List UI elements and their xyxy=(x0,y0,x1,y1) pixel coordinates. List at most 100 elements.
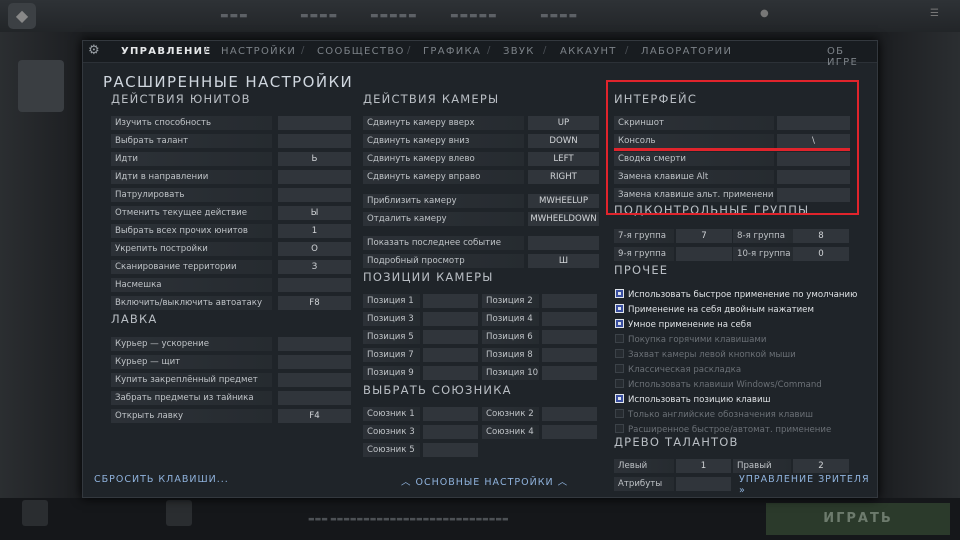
units-row-key[interactable]: Ы xyxy=(278,206,351,220)
units-row-key[interactable]: 1 xyxy=(278,224,351,238)
units-row-label: Насмешка xyxy=(111,278,272,292)
bg-nav-item: ▬▬▬▬ xyxy=(300,11,339,21)
units-row-key[interactable]: З xyxy=(278,260,351,274)
allies-key[interactable] xyxy=(423,425,478,439)
checkbox-unchecked-icon[interactable] xyxy=(615,424,624,433)
units-row-label: Включить/выключить автоатаку xyxy=(111,296,272,310)
checkbox-checked-icon[interactable] xyxy=(615,319,624,328)
checkbox-unchecked-icon[interactable] xyxy=(615,409,624,418)
camera-row-key[interactable] xyxy=(528,236,599,250)
control-group-key[interactable]: 0 xyxy=(793,247,849,261)
camera_positions-label: Позиция 3 xyxy=(363,312,420,326)
allies-key[interactable] xyxy=(542,425,597,439)
shop-row-label: Курьер — щит xyxy=(111,355,272,369)
allies-key[interactable] xyxy=(423,443,478,457)
camera-row-key[interactable]: UP xyxy=(528,116,599,130)
camera-row-key[interactable]: MWHEELDOWN xyxy=(528,212,599,226)
section-camera-positions: ПОЗИЦИИ КАМЕРЫ xyxy=(363,270,494,284)
option-row[interactable]: Использовать позицию клавиш xyxy=(615,394,770,406)
control-group-label: 9-я группа xyxy=(614,247,674,261)
shop-row-key[interactable]: F4 xyxy=(278,409,351,423)
shop-row-key[interactable] xyxy=(278,355,351,369)
camera-row-label: Сдвинуть камеру влево xyxy=(363,152,524,166)
units-row-key[interactable] xyxy=(278,116,351,130)
talent-left-label: Левый xyxy=(614,459,674,473)
reset-keys-button[interactable]: СБРОСИТЬ КЛАВИШИ... xyxy=(94,474,229,485)
checkbox-checked-icon[interactable] xyxy=(615,304,624,313)
section-camera-actions: ДЕЙСТВИЯ КАМЕРЫ xyxy=(363,92,500,106)
tab-about[interactable]: ОБ ИГРЕ xyxy=(827,46,877,68)
units-row-key[interactable] xyxy=(278,134,351,148)
option-row[interactable]: Умное применение на себя xyxy=(615,319,751,331)
shop-row-label: Забрать предметы из тайника xyxy=(111,391,272,405)
tab-graphics[interactable]: ГРАФИКА xyxy=(423,46,481,57)
control-group-key[interactable]: 8 xyxy=(793,229,849,243)
units-row-key[interactable] xyxy=(278,188,351,202)
option-label: Применение на себя двойным нажатием xyxy=(628,305,814,315)
checkbox-unchecked-icon[interactable] xyxy=(615,349,624,358)
units-row-key[interactable]: Ь xyxy=(278,152,351,166)
control-group-key[interactable]: 7 xyxy=(676,229,732,243)
camera_positions-label: Позиция 10 xyxy=(482,366,539,380)
tab-community[interactable]: СООБЩЕСТВО xyxy=(317,46,405,57)
camera-row-key[interactable]: RIGHT xyxy=(528,170,599,184)
section-talent-tree: ДРЕВО ТАЛАНТОВ xyxy=(614,435,739,449)
chevron-up-icon: ︿ xyxy=(553,477,569,488)
camera_positions-key[interactable] xyxy=(542,348,597,362)
checkbox-checked-icon[interactable] xyxy=(615,394,624,403)
checkbox-unchecked-icon[interactable] xyxy=(615,334,624,343)
option-label: Умное применение на себя xyxy=(628,320,752,330)
camera_positions-key[interactable] xyxy=(542,366,597,380)
units-row-key[interactable] xyxy=(278,278,351,292)
option-row[interactable]: Использовать быстрое применение по умолч… xyxy=(615,289,857,301)
talent-right-key[interactable]: 2 xyxy=(793,459,849,473)
option-row[interactable]: Только английские обозначения клавиш xyxy=(615,409,813,421)
allies-key[interactable] xyxy=(423,407,478,421)
units-row-label: Выбрать талант xyxy=(111,134,272,148)
units-row-key[interactable]: F8 xyxy=(278,296,351,310)
basic-settings-button[interactable]: ︿ ОСНОВНЫЕ НАСТРОЙКИ ︿ xyxy=(401,474,568,488)
tab-sound[interactable]: ЗВУК xyxy=(503,46,535,57)
camera_positions-key[interactable] xyxy=(423,366,478,380)
option-row[interactable]: Применение на себя двойным нажатием xyxy=(615,304,814,316)
option-row[interactable]: Использовать клавиши Windows/Command xyxy=(615,379,822,391)
camera_positions-key[interactable] xyxy=(542,330,597,344)
camera_positions-key[interactable] xyxy=(423,312,478,326)
camera_positions-key[interactable] xyxy=(423,294,478,308)
option-row[interactable]: Классическая раскладка xyxy=(615,364,741,376)
tab-separator: / xyxy=(407,45,411,56)
camera-row-key[interactable]: LEFT xyxy=(528,152,599,166)
option-label: Классическая раскладка xyxy=(628,365,742,375)
option-row[interactable]: Захват камеры левой кнопкой мыши xyxy=(615,349,796,361)
camera-row-key[interactable]: Ш xyxy=(528,254,599,268)
camera_positions-key[interactable] xyxy=(542,294,597,308)
shop-row-key[interactable] xyxy=(278,373,351,387)
tab-account[interactable]: АККАУНТ xyxy=(560,46,617,57)
allies-label: Союзник 2 xyxy=(482,407,539,421)
units-row-key[interactable] xyxy=(278,170,351,184)
shop-row-key[interactable] xyxy=(278,337,351,351)
camera-row-key[interactable]: MWHEELUP xyxy=(528,194,599,208)
camera_positions-key[interactable] xyxy=(423,330,478,344)
tab-controls[interactable]: УПРАВЛЕНИЕ xyxy=(121,46,211,57)
camera_positions-key[interactable] xyxy=(542,312,597,326)
checkbox-unchecked-icon[interactable] xyxy=(615,379,624,388)
camera-row-label: Сдвинуть камеру вправо xyxy=(363,170,524,184)
control-group-label: 10-я группа xyxy=(733,247,793,261)
camera_positions-key[interactable] xyxy=(423,348,478,362)
option-row[interactable]: Покупка горячими клавишами xyxy=(615,334,766,346)
tab-labs[interactable]: ЛАБОРАТОРИИ xyxy=(641,46,732,57)
talent-attributes-key[interactable] xyxy=(676,477,731,491)
talent-left-key[interactable]: 1 xyxy=(676,459,731,473)
checkbox-checked-icon[interactable] xyxy=(615,289,624,298)
shop-row-key[interactable] xyxy=(278,391,351,405)
spectator-controls-button[interactable]: УПРАВЛЕНИЕ ЗРИТЕЛЯ » xyxy=(739,474,877,496)
control-group-key[interactable] xyxy=(676,247,732,261)
tab-settings[interactable]: НАСТРОЙКИ xyxy=(221,46,296,57)
allies-key[interactable] xyxy=(542,407,597,421)
option-label: Захват камеры левой кнопкой мыши xyxy=(628,350,796,360)
camera-row-key[interactable]: DOWN xyxy=(528,134,599,148)
units-row-key[interactable]: О xyxy=(278,242,351,256)
play-button[interactable]: ИГРАТЬ xyxy=(766,503,950,535)
checkbox-unchecked-icon[interactable] xyxy=(615,364,624,373)
